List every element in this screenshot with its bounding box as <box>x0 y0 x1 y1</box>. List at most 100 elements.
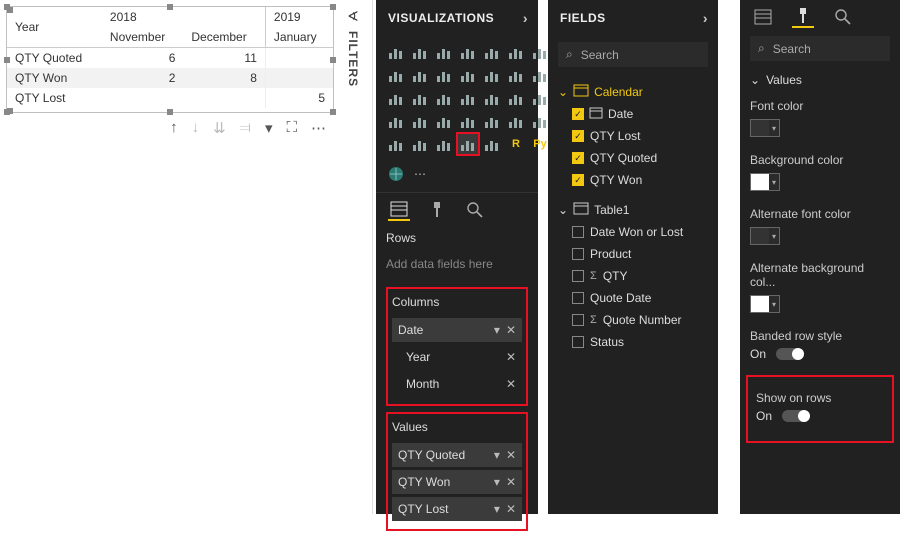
format-tab[interactable] <box>426 199 448 221</box>
field-pill[interactable]: Month✕ <box>392 372 522 396</box>
viz-scatter[interactable] <box>530 65 550 85</box>
viz-matrix[interactable] <box>506 111 526 131</box>
field-row[interactable]: Product <box>558 243 708 265</box>
field-row[interactable]: ΣQuote Number <box>558 309 708 331</box>
field-row[interactable]: Status <box>558 331 708 353</box>
rows-drop-hint[interactable]: Add data fields here <box>386 251 528 281</box>
viz-ribbon[interactable] <box>482 65 502 85</box>
viz-powerapps[interactable]: R <box>506 134 526 154</box>
format-search[interactable]: ⌕ Search <box>750 36 890 61</box>
remove-icon[interactable]: ✕ <box>506 377 516 391</box>
checkbox[interactable] <box>572 174 584 186</box>
checkbox[interactable] <box>572 152 584 164</box>
checkbox[interactable] <box>572 130 584 142</box>
more-visuals-icon[interactable]: ⋯ <box>410 164 430 184</box>
viz-stacked-bar-h[interactable] <box>410 42 430 62</box>
banded-toggle[interactable] <box>776 348 804 360</box>
viz-custom[interactable]: Py <box>530 134 550 154</box>
more-options-icon[interactable]: ⋯ <box>311 119 326 137</box>
checkbox[interactable] <box>572 270 584 282</box>
checkbox[interactable] <box>572 108 584 120</box>
field-pill[interactable]: QTY Quoted▾✕ <box>392 443 522 467</box>
viz-pie[interactable] <box>386 88 406 108</box>
viz-qna[interactable] <box>458 134 478 154</box>
viz-stacked-bar-100[interactable] <box>506 42 526 62</box>
drill-up-icon[interactable]: ↑ <box>170 119 178 137</box>
viz-table[interactable] <box>482 111 502 131</box>
viz-card[interactable] <box>386 111 406 131</box>
chevron-down-icon[interactable]: ▾ <box>494 448 500 462</box>
viz-py-visual[interactable] <box>386 134 406 154</box>
viz-treemap[interactable] <box>434 88 454 108</box>
remove-icon[interactable]: ✕ <box>506 350 516 364</box>
filter-icon[interactable]: ▾ <box>265 119 273 137</box>
format-tab-icon[interactable] <box>792 6 814 28</box>
field-row[interactable]: ΣQTY <box>558 265 708 287</box>
field-pill[interactable]: Year✕ <box>392 345 522 369</box>
checkbox[interactable] <box>572 336 584 348</box>
viz-multi-card[interactable] <box>410 111 430 131</box>
viz-map[interactable] <box>458 88 478 108</box>
field-row[interactable]: QTY Quoted <box>558 147 708 169</box>
matrix-visual[interactable]: Year20182019NovemberDecemberJanuaryQTY Q… <box>6 6 334 113</box>
viz-stacked-col-100[interactable] <box>482 42 502 62</box>
field-row[interactable]: Date Won or Lost <box>558 221 708 243</box>
viz-donut[interactable] <box>410 88 430 108</box>
field-group-header[interactable]: ⌄Calendar <box>558 81 708 103</box>
checkbox[interactable] <box>572 226 584 238</box>
expand-down-icon[interactable]: ⇊ <box>213 119 226 137</box>
fields-search[interactable]: ⌕ Search <box>558 42 708 67</box>
alt-font-swatch[interactable]: ▾ <box>750 227 780 245</box>
analytics-tab[interactable] <box>464 199 486 221</box>
drill-down-icon[interactable]: ↓ <box>192 119 200 137</box>
chevron-right-icon[interactable]: › <box>523 10 528 26</box>
viz-line[interactable] <box>530 42 550 62</box>
field-pill[interactable]: Date▾✕ <box>392 318 522 342</box>
field-row[interactable]: QTY Won <box>558 169 708 191</box>
field-row[interactable]: QTY Lost <box>558 125 708 147</box>
chevron-down-icon[interactable]: ▾ <box>494 323 500 337</box>
field-row[interactable]: Quote Date <box>558 287 708 309</box>
bg-color-swatch[interactable]: ▾ <box>750 173 780 191</box>
alt-bg-swatch[interactable]: ▾ <box>750 295 780 313</box>
remove-icon[interactable]: ✕ <box>506 448 516 462</box>
fields-tab[interactable] <box>388 199 410 221</box>
field-pill[interactable]: QTY Won▾✕ <box>392 470 522 494</box>
viz-line-col[interactable] <box>434 65 454 85</box>
arcgis-icon[interactable] <box>386 164 406 184</box>
font-color-swatch[interactable]: ▾ <box>750 119 780 137</box>
viz-decomp[interactable] <box>434 134 454 154</box>
viz-key-influencers[interactable] <box>410 134 430 154</box>
viz-slicer[interactable] <box>458 111 478 131</box>
field-pill[interactable]: QTY Lost▾✕ <box>392 497 522 521</box>
viz-clustered-col[interactable] <box>458 42 478 62</box>
viz-kpi[interactable] <box>434 111 454 131</box>
remove-icon[interactable]: ✕ <box>506 475 516 489</box>
chevron-down-icon[interactable]: ▾ <box>494 475 500 489</box>
checkbox[interactable] <box>572 292 584 304</box>
viz-paginated[interactable] <box>482 134 502 154</box>
focus-mode-icon[interactable]: ⛶ <box>286 119 297 137</box>
viz-area[interactable] <box>386 65 406 85</box>
viz-waterfall[interactable] <box>506 65 526 85</box>
viz-line-col2[interactable] <box>458 65 478 85</box>
field-group-header[interactable]: ⌄Table1 <box>558 199 708 221</box>
remove-icon[interactable]: ✕ <box>506 323 516 337</box>
values-section-header[interactable]: ⌄ Values <box>740 67 900 93</box>
viz-clustered-bar[interactable] <box>434 42 454 62</box>
viz-stacked-bar[interactable] <box>386 42 406 62</box>
viz-r-visual[interactable] <box>530 111 550 131</box>
fields-tab-icon[interactable] <box>752 6 774 28</box>
viz-funnel[interactable] <box>506 88 526 108</box>
viz-filled-map[interactable] <box>482 88 502 108</box>
filters-pane-toggle[interactable]: ∢ FILTERS <box>346 8 360 87</box>
viz-stacked-area[interactable] <box>410 65 430 85</box>
analytics-tab-icon[interactable] <box>832 6 854 28</box>
expand-all-icon[interactable]: ⫤ <box>240 119 251 137</box>
checkbox[interactable] <box>572 314 584 326</box>
show-rows-toggle[interactable] <box>782 410 810 422</box>
viz-gauge[interactable] <box>530 88 550 108</box>
checkbox[interactable] <box>572 248 584 260</box>
field-row[interactable]: Date <box>558 103 708 125</box>
chevron-right-icon[interactable]: › <box>703 10 708 26</box>
